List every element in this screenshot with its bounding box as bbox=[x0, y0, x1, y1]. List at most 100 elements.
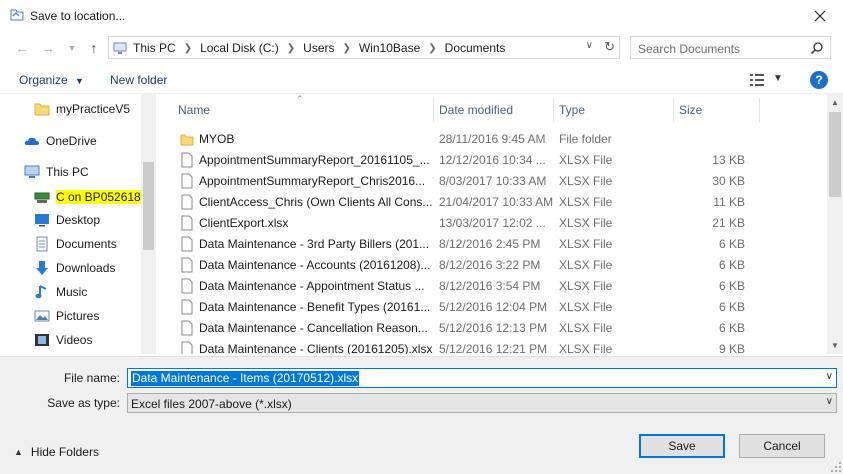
nav-item-documents[interactable]: Documents bbox=[0, 233, 142, 255]
help-icon[interactable]: ? bbox=[810, 71, 828, 89]
forward-button[interactable]: → bbox=[38, 38, 58, 58]
scroll-thumb[interactable] bbox=[829, 112, 841, 197]
breadcrumb-local-disk[interactable]: Local Disk (C:) bbox=[200, 41, 279, 55]
downloads-icon bbox=[36, 261, 48, 275]
file-list-scrollbar[interactable]: ▲ ▼ bbox=[827, 94, 843, 354]
nav-item-onedrive[interactable]: OneDrive bbox=[0, 130, 142, 152]
column-divider[interactable] bbox=[553, 98, 554, 122]
file-row[interactable]: Data Maintenance - Clients (20161205).xl… bbox=[160, 338, 828, 354]
chevron-down-icon[interactable]: ∨ bbox=[826, 371, 833, 382]
collapse-arrow-icon: ▲ bbox=[14, 447, 23, 457]
computer-icon bbox=[24, 165, 40, 178]
hide-folders-label: Hide Folders bbox=[30, 445, 99, 459]
column-type[interactable]: Type bbox=[559, 103, 585, 117]
document-icon bbox=[181, 194, 193, 210]
resize-grip-icon[interactable] bbox=[831, 462, 841, 472]
file-name-value: Data Maintenance - Items (20170512).xlsx bbox=[131, 371, 360, 386]
save-button[interactable]: Save bbox=[639, 434, 725, 458]
view-options-icon[interactable] bbox=[750, 74, 764, 86]
nav-item-pictures[interactable]: Pictures bbox=[0, 305, 142, 327]
save-as-type-select[interactable]: Excel files 2007-above (*.xlsx) ∨ bbox=[127, 393, 837, 413]
hide-folders-button[interactable]: ▲ Hide Folders bbox=[14, 445, 99, 459]
document-icon bbox=[181, 257, 193, 273]
refresh-icon[interactable]: ↻ bbox=[604, 39, 615, 55]
computer-small-icon bbox=[113, 42, 127, 54]
column-divider[interactable] bbox=[673, 98, 674, 122]
search-icon bbox=[810, 42, 823, 55]
document-icon bbox=[181, 320, 193, 336]
chevron-down-icon: ∨ bbox=[825, 396, 833, 407]
nav-item-mypracticev5[interactable]: myPracticeV5 bbox=[0, 98, 142, 120]
window-title: Save to location... bbox=[30, 9, 126, 23]
nav-item-desktop[interactable]: Desktop bbox=[0, 209, 142, 231]
scroll-up-icon[interactable]: ▲ bbox=[827, 94, 843, 111]
file-row[interactable]: Data Maintenance - 3rd Party Billers (20… bbox=[160, 233, 828, 254]
chevron-right-icon[interactable]: ❯ bbox=[428, 43, 436, 54]
file-row[interactable]: ClientExport.xlsx 13/03/2017 12:02 ... X… bbox=[160, 212, 828, 233]
close-icon bbox=[814, 10, 826, 22]
new-folder-button[interactable]: New folder bbox=[110, 73, 167, 87]
scroll-down-icon[interactable]: ▼ bbox=[827, 337, 843, 354]
file-name-input[interactable]: Data Maintenance - Items (20170512).xlsx… bbox=[127, 368, 837, 388]
file-row[interactable]: MYOB 28/11/2016 9:45 AM File folder bbox=[160, 128, 828, 149]
column-divider[interactable] bbox=[433, 98, 434, 122]
document-icon bbox=[181, 299, 193, 315]
nav-item-videos[interactable]: Videos bbox=[0, 329, 142, 351]
address-dropdown-icon[interactable]: ∨ bbox=[586, 40, 593, 51]
breadcrumb: This PC ❯ Local Disk (C:) ❯ Users ❯ Win1… bbox=[133, 41, 505, 55]
breadcrumb-this-pc[interactable]: This PC bbox=[133, 41, 176, 55]
chevron-down-icon: ▼ bbox=[67, 43, 77, 53]
column-size[interactable]: Size bbox=[679, 103, 702, 117]
search-placeholder: Search Documents bbox=[638, 42, 741, 56]
back-arrow-icon: ← bbox=[15, 40, 29, 56]
column-name[interactable]: Name bbox=[178, 103, 210, 117]
breadcrumb-documents[interactable]: Documents bbox=[445, 41, 506, 55]
document-icon bbox=[181, 173, 193, 189]
column-divider[interactable] bbox=[759, 98, 760, 122]
chevron-right-icon[interactable]: ❯ bbox=[184, 43, 192, 54]
breadcrumb-users[interactable]: Users bbox=[303, 41, 334, 55]
nav-pane-scroll-thumb[interactable] bbox=[143, 162, 154, 250]
title-bar: Save to location... bbox=[0, 0, 843, 32]
chevron-down-icon: ▼ bbox=[75, 76, 84, 86]
forward-arrow-icon: → bbox=[41, 40, 55, 56]
address-bar[interactable]: This PC ❯ Local Disk (C:) ❯ Users ❯ Win1… bbox=[108, 36, 620, 59]
sort-ascending-icon: ⌃ bbox=[296, 94, 304, 104]
chevron-right-icon[interactable]: ❯ bbox=[343, 43, 351, 54]
breadcrumb-win10base[interactable]: Win10Base bbox=[359, 41, 420, 55]
chevron-right-icon[interactable]: ❯ bbox=[287, 43, 295, 54]
navigation-pane: myPracticeV5 OneDrive This PC C on BP052… bbox=[0, 94, 156, 354]
nav-item-music[interactable]: Music bbox=[0, 281, 142, 303]
app-icon bbox=[10, 9, 24, 21]
file-row[interactable]: Data Maintenance - Benefit Types (20161.… bbox=[160, 296, 828, 317]
organize-button[interactable]: Organize ▼ bbox=[19, 73, 84, 87]
file-row[interactable]: AppointmentSummaryReport_20161105_... 12… bbox=[160, 149, 828, 170]
nav-item-this-pc[interactable]: This PC bbox=[0, 161, 142, 183]
search-input[interactable]: Search Documents bbox=[630, 36, 831, 59]
recent-locations-button[interactable]: ▼ bbox=[62, 38, 82, 58]
up-arrow-icon: ↑ bbox=[90, 40, 98, 56]
organize-label: Organize bbox=[19, 73, 68, 87]
file-row[interactable]: AppointmentSummaryReport_Chris2016... 8/… bbox=[160, 170, 828, 191]
cancel-button[interactable]: Cancel bbox=[739, 434, 825, 458]
file-row[interactable]: Data Maintenance - Cancellation Reason..… bbox=[160, 317, 828, 338]
documents-icon bbox=[36, 236, 48, 252]
music-icon bbox=[35, 285, 47, 299]
folder-icon bbox=[34, 103, 50, 116]
file-name-label: File name: bbox=[63, 371, 120, 385]
file-row[interactable]: Data Maintenance - Accounts (20161208)..… bbox=[160, 254, 828, 275]
document-icon bbox=[181, 341, 193, 354]
column-date-modified[interactable]: Date modified bbox=[439, 103, 513, 117]
file-row[interactable]: ClientAccess_Chris (Own Clients All Cons… bbox=[160, 191, 828, 212]
nav-item-downloads[interactable]: Downloads bbox=[0, 257, 142, 279]
up-button[interactable]: ↑ bbox=[84, 38, 104, 58]
nav-item-network-drive[interactable]: C on BP05261866 bbox=[0, 186, 155, 208]
view-dropdown-icon[interactable]: ▼ bbox=[773, 73, 783, 84]
nav-pane-scrollbar[interactable] bbox=[141, 94, 156, 354]
desktop-icon bbox=[35, 214, 49, 227]
file-row[interactable]: Data Maintenance - Appointment Status ..… bbox=[160, 275, 828, 296]
document-icon bbox=[181, 236, 193, 252]
document-icon bbox=[181, 152, 193, 168]
back-button[interactable]: ← bbox=[12, 38, 32, 58]
close-button[interactable] bbox=[797, 0, 843, 32]
